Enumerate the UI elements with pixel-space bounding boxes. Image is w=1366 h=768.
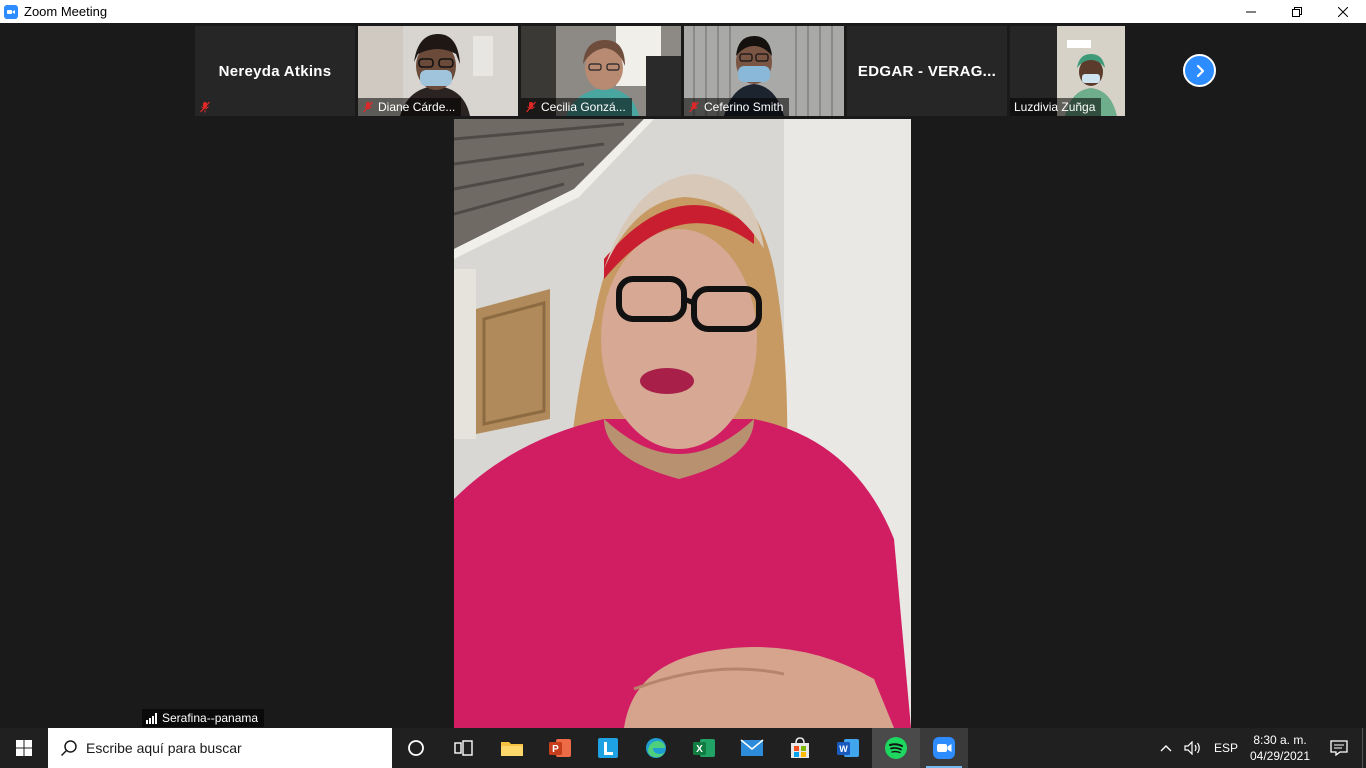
search-placeholder: Escribe aquí para buscar bbox=[86, 740, 242, 756]
edge-icon bbox=[646, 738, 666, 758]
folder-icon bbox=[501, 742, 523, 756]
excel-button[interactable]: X bbox=[680, 728, 728, 768]
input-language-indicator[interactable]: ESP bbox=[1208, 728, 1244, 768]
next-page-button[interactable] bbox=[1183, 54, 1216, 87]
participant-label: Cecilia Gonzá... bbox=[521, 98, 632, 116]
minimize-button[interactable] bbox=[1228, 0, 1274, 23]
signal-strength-icon bbox=[146, 712, 157, 724]
participant-label: Ceferino Smith bbox=[684, 98, 790, 116]
spotify-icon bbox=[885, 737, 907, 759]
start-button[interactable] bbox=[0, 728, 48, 768]
task-view-button[interactable] bbox=[440, 728, 488, 768]
muted-mic-icon bbox=[689, 101, 699, 113]
windows-logo-icon bbox=[16, 740, 32, 756]
speaker-video-frame bbox=[454, 119, 911, 728]
participant-name: Luzdivia Zuñga bbox=[1014, 100, 1096, 114]
chevron-right-icon bbox=[1196, 64, 1204, 77]
excel-icon: X bbox=[693, 739, 715, 757]
taskbar-clock[interactable]: 8:30 a. m. 04/29/2021 bbox=[1244, 728, 1316, 768]
word-icon: W bbox=[837, 739, 859, 757]
participant-name: EDGAR - VERAG... bbox=[857, 62, 997, 80]
participant-tile[interactable]: Diane Cárde... bbox=[358, 26, 518, 116]
show-desktop-button[interactable] bbox=[1362, 728, 1366, 768]
active-speaker-video bbox=[454, 119, 911, 728]
taskbar-search-box[interactable]: Escribe aquí para buscar bbox=[48, 728, 392, 768]
store-button[interactable] bbox=[776, 728, 824, 768]
window-titlebar: Zoom Meeting bbox=[0, 0, 1366, 23]
muted-mic-icon bbox=[200, 101, 210, 113]
windows-taskbar: Escribe aquí para buscar P X W ESP 8:30 … bbox=[0, 728, 1366, 768]
action-center-button[interactable] bbox=[1316, 728, 1362, 768]
powerpoint-button[interactable]: P bbox=[536, 728, 584, 768]
participant-tile[interactable]: Ceferino Smith bbox=[684, 26, 844, 116]
svg-text:W: W bbox=[839, 744, 848, 754]
meeting-area: Nereyda Atkins Diane Cárde... Cecilia Go… bbox=[0, 23, 1366, 728]
mail-button[interactable] bbox=[728, 728, 776, 768]
restore-button[interactable] bbox=[1274, 0, 1320, 23]
participant-name: Ceferino Smith bbox=[704, 100, 784, 114]
show-hidden-icons-button[interactable] bbox=[1154, 728, 1178, 768]
window-controls bbox=[1228, 0, 1366, 23]
participant-tile[interactable]: Cecilia Gonzá... bbox=[521, 26, 681, 116]
cortana-button[interactable] bbox=[392, 728, 440, 768]
participant-tile[interactable]: EDGAR - VERAG... bbox=[847, 26, 1007, 116]
clock-time: 8:30 a. m. bbox=[1253, 733, 1307, 747]
edge-button[interactable] bbox=[632, 728, 680, 768]
zoom-app-icon bbox=[4, 4, 18, 19]
participant-tile[interactable]: Nereyda Atkins bbox=[195, 26, 355, 116]
speaker-name: Serafina--panama bbox=[162, 711, 259, 725]
svg-text:P: P bbox=[552, 744, 559, 755]
chevron-up-icon bbox=[1160, 745, 1172, 752]
store-icon bbox=[791, 737, 809, 758]
powerpoint-icon: P bbox=[549, 739, 571, 757]
system-tray: ESP 8:30 a. m. 04/29/2021 bbox=[1154, 728, 1366, 768]
zoom-icon bbox=[933, 737, 955, 759]
clock-date: 04/29/2021 bbox=[1249, 749, 1311, 763]
lens-icon bbox=[598, 738, 618, 758]
speaker-volume-icon bbox=[1184, 741, 1200, 755]
participant-name: Diane Cárde... bbox=[378, 100, 456, 114]
svg-text:X: X bbox=[696, 744, 703, 755]
close-button[interactable] bbox=[1320, 0, 1366, 23]
speaker-name-label: Serafina--panama bbox=[142, 709, 265, 727]
participant-name: Nereyda Atkins bbox=[218, 62, 332, 80]
file-explorer-button[interactable] bbox=[488, 728, 536, 768]
participant-label: Luzdivia Zuñga bbox=[1010, 98, 1102, 116]
volume-button[interactable] bbox=[1178, 728, 1208, 768]
muted-mic-icon bbox=[526, 101, 536, 113]
lens-button[interactable] bbox=[584, 728, 632, 768]
search-icon bbox=[60, 740, 77, 757]
participant-label: Diane Cárde... bbox=[358, 98, 462, 116]
cortana-icon bbox=[408, 740, 424, 756]
word-button[interactable]: W bbox=[824, 728, 872, 768]
participant-name: Cecilia Gonzá... bbox=[541, 100, 626, 114]
participant-tile[interactable]: Luzdivia Zuñga bbox=[1010, 26, 1125, 116]
mail-icon bbox=[740, 739, 764, 756]
task-view-icon bbox=[454, 740, 473, 756]
participant-strip: Nereyda Atkins Diane Cárde... Cecilia Go… bbox=[195, 26, 1125, 116]
notification-icon bbox=[1330, 740, 1348, 756]
muted-mic-icon bbox=[363, 101, 373, 113]
spotify-button[interactable] bbox=[872, 728, 920, 768]
window-title: Zoom Meeting bbox=[24, 4, 108, 19]
zoom-taskbar-button[interactable] bbox=[920, 728, 968, 768]
